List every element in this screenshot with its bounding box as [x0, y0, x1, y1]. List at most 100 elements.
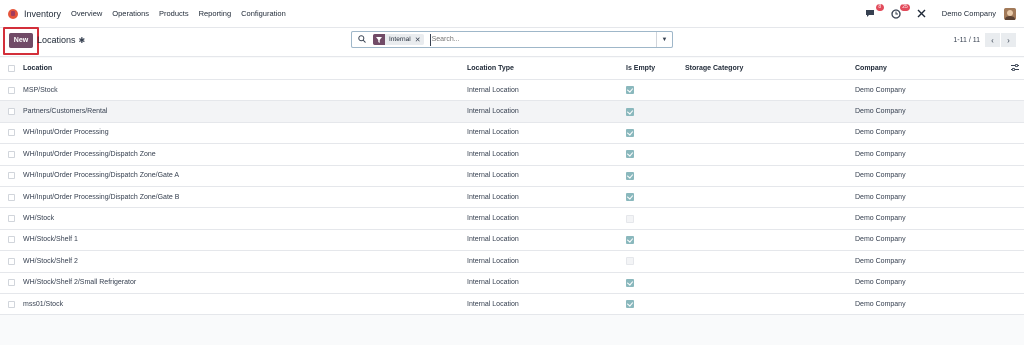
column-settings-icon[interactable]	[1011, 63, 1019, 73]
cell-location-type: Internal Location	[467, 108, 519, 116]
filter-icon	[373, 34, 385, 45]
row-checkbox[interactable]	[8, 236, 15, 244]
row-checkbox[interactable]	[8, 300, 15, 308]
company-switcher[interactable]: Demo Company	[942, 9, 996, 18]
caret-down-icon[interactable]: ▼	[656, 32, 672, 47]
cell-location-type: Internal Location	[467, 236, 519, 244]
menu-item-operations[interactable]: Operations	[112, 9, 149, 18]
cell-location-type: Internal Location	[467, 129, 519, 137]
menu-item-products[interactable]: Products	[159, 9, 189, 18]
row-checkbox[interactable]	[8, 257, 15, 265]
cell-location: WH/Stock/Shelf 2/Small Refrigerator	[23, 279, 137, 287]
is-empty-checkbox	[626, 171, 634, 180]
cell-company: Demo Company	[855, 150, 906, 158]
messages-badge: 8	[875, 3, 884, 11]
table-row[interactable]: mss01/Stock Internal Location Demo Compa…	[0, 293, 1024, 316]
table-row[interactable]: WH/Stock/Shelf 2/Small Refrigerator Inte…	[0, 272, 1024, 294]
column-header-location-type[interactable]: Location Type	[467, 65, 514, 72]
row-checkbox[interactable]	[8, 193, 15, 201]
row-checkbox[interactable]	[8, 172, 15, 180]
user-avatar[interactable]	[1004, 7, 1016, 20]
row-checkbox[interactable]	[8, 86, 15, 94]
search-icon[interactable]	[358, 34, 368, 45]
filter-facet[interactable]: Internal ✕	[373, 34, 424, 45]
column-header-is-empty[interactable]: Is Empty	[626, 65, 655, 72]
close-icon[interactable]: ✕	[415, 36, 424, 44]
row-checkbox[interactable]	[8, 108, 15, 116]
is-empty-checkbox	[626, 86, 634, 95]
table-row[interactable]: WH/Input/Order Processing Internal Locat…	[0, 122, 1024, 145]
top-navbar: Inventory Overview Operations Products R…	[0, 0, 1024, 28]
cell-location-type: Internal Location	[467, 215, 519, 223]
cell-location: WH/Input/Order Processing/Dispatch Zone/…	[23, 172, 180, 180]
tools-icon[interactable]	[916, 8, 928, 20]
cell-location: WH/Input/Order Processing	[23, 129, 109, 137]
row-checkbox[interactable]	[8, 215, 15, 223]
chat-icon[interactable]: 8	[864, 3, 884, 20]
cell-location: WH/Stock/Shelf 1	[23, 236, 78, 244]
column-header-location[interactable]: Location	[23, 65, 52, 72]
app-logo-icon[interactable]	[8, 8, 18, 19]
cell-location: WH/Stock/Shelf 2	[23, 257, 78, 265]
cell-location-type: Internal Location	[467, 279, 519, 287]
cell-location-type: Internal Location	[467, 193, 519, 201]
cell-location: WH/Input/Order Processing/Dispatch Zone/…	[23, 193, 180, 201]
cell-location: MSP/Stock	[23, 86, 58, 94]
app-name[interactable]: Inventory	[24, 9, 61, 19]
column-header-company[interactable]: Company	[855, 65, 887, 72]
table-row[interactable]: WH/Stock/Shelf 1 Internal Location Demo …	[0, 229, 1024, 252]
menu-item-overview[interactable]: Overview	[71, 9, 102, 18]
is-empty-checkbox	[626, 278, 634, 287]
cell-company: Demo Company	[855, 236, 906, 244]
table-header: Location Location Type Is Empty Storage …	[0, 58, 1024, 80]
is-empty-checkbox	[626, 214, 634, 223]
cell-location: WH/Input/Order Processing/Dispatch Zone	[23, 150, 156, 158]
table-row[interactable]: MSP/Stock Internal Location Demo Company	[0, 80, 1024, 102]
cell-location-type: Internal Location	[467, 257, 519, 265]
gear-icon[interactable]: ✱	[79, 36, 86, 45]
cell-company: Demo Company	[855, 86, 906, 94]
menu-item-reporting[interactable]: Reporting	[199, 9, 232, 18]
cell-company: Demo Company	[855, 172, 906, 180]
new-button-highlight	[3, 27, 39, 55]
cell-location: Partners/Customers/Rental	[23, 108, 108, 116]
table-row[interactable]: WH/Input/Order Processing/Dispatch Zone/…	[0, 186, 1024, 209]
is-empty-checkbox	[626, 193, 634, 202]
cell-location-type: Internal Location	[467, 300, 519, 308]
row-checkbox[interactable]	[8, 279, 15, 287]
chevron-right-icon[interactable]: ›	[1001, 33, 1016, 47]
menu-item-configuration[interactable]: Configuration	[241, 9, 286, 18]
cell-company: Demo Company	[855, 129, 906, 137]
clock-icon[interactable]: 25	[890, 3, 910, 20]
cell-location: WH/Stock	[23, 215, 55, 223]
cell-company: Demo Company	[855, 215, 906, 223]
table-row[interactable]: WH/Stock/Shelf 2 Internal Location Demo …	[0, 251, 1024, 273]
cell-location-type: Internal Location	[467, 86, 519, 94]
main-menu: Overview Operations Products Reporting C…	[71, 9, 296, 18]
is-empty-checkbox	[626, 107, 634, 116]
control-panel: New Locations ✱ Internal ✕ ▼ 1-11 / 11 ‹…	[0, 27, 1024, 57]
cell-location-type: Internal Location	[467, 172, 519, 180]
breadcrumb: Locations ✱	[37, 35, 85, 45]
is-empty-checkbox	[626, 257, 634, 266]
table-row[interactable]: WH/Stock Internal Location Demo Company	[0, 208, 1024, 230]
table-row[interactable]: WH/Input/Order Processing/Dispatch Zone/…	[0, 165, 1024, 187]
cell-company: Demo Company	[855, 279, 906, 287]
pager: 1-11 / 11 ‹ ›	[953, 33, 1016, 47]
pager-value[interactable]: 1-11 / 11	[953, 37, 980, 44]
chevron-left-icon[interactable]: ‹	[985, 33, 1000, 47]
search-bar: Internal ✕ ▼	[351, 31, 673, 48]
locations-table: Location Location Type Is Empty Storage …	[0, 58, 1024, 316]
facet-label: Internal	[389, 36, 411, 43]
systray: 8 25 Demo Company	[864, 3, 1016, 20]
activities-badge: 25	[900, 3, 910, 11]
table-row[interactable]: WH/Input/Order Processing/Dispatch Zone …	[0, 144, 1024, 166]
table-row[interactable]: Partners/Customers/Rental Internal Locat…	[0, 101, 1024, 123]
cell-company: Demo Company	[855, 193, 906, 201]
row-checkbox[interactable]	[8, 129, 15, 137]
search-input[interactable]	[429, 33, 630, 46]
row-checkbox[interactable]	[8, 150, 15, 158]
is-empty-checkbox	[626, 235, 634, 244]
column-header-storage-category[interactable]: Storage Category	[685, 65, 743, 72]
select-all-checkbox[interactable]	[8, 65, 15, 72]
